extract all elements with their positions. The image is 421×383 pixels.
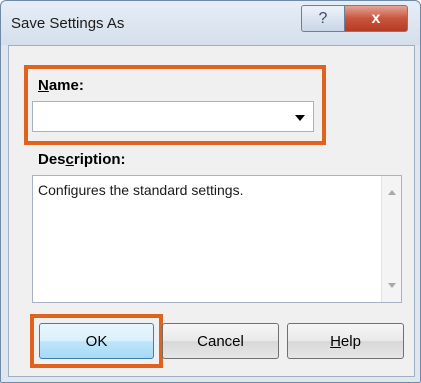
help-title-button[interactable]: ?: [301, 5, 345, 32]
save-settings-dialog: Save Settings As ? x Name: Description: …: [0, 0, 421, 383]
description-scrollbar[interactable]: [381, 176, 401, 302]
ok-button-label: OK: [85, 332, 108, 350]
description-textarea[interactable]: Configures the standard settings.: [32, 175, 402, 303]
description-label-pre: Des: [38, 151, 66, 168]
name-combobox[interactable]: [32, 101, 314, 132]
name-label-accelerator: N: [38, 77, 49, 94]
dropdown-arrow-icon[interactable]: [295, 115, 305, 121]
description-label-post: ription:: [73, 151, 126, 168]
scroll-up-arrow-icon[interactable]: [388, 190, 396, 195]
description-label: Description:: [38, 151, 126, 168]
ok-button[interactable]: OK: [39, 323, 154, 359]
close-button[interactable]: x: [344, 5, 408, 32]
question-mark-icon: ?: [318, 9, 328, 27]
description-text: Configures the standard settings.: [38, 182, 244, 198]
name-label-text: ame:: [48, 77, 84, 94]
help-button-accelerator: H: [330, 332, 341, 350]
help-button[interactable]: Help: [287, 323, 404, 359]
description-label-accelerator: c: [65, 151, 74, 168]
name-label: Name:: [38, 77, 84, 94]
close-icon: x: [371, 9, 381, 27]
cancel-button-label: Cancel: [197, 332, 244, 350]
cancel-button[interactable]: Cancel: [162, 323, 279, 359]
scroll-down-arrow-icon[interactable]: [388, 283, 396, 288]
help-button-label: elp: [340, 332, 361, 350]
name-input[interactable]: [37, 106, 287, 127]
window-title: Save Settings As: [11, 15, 125, 32]
title-bar[interactable]: Save Settings As ? x: [1, 1, 420, 45]
